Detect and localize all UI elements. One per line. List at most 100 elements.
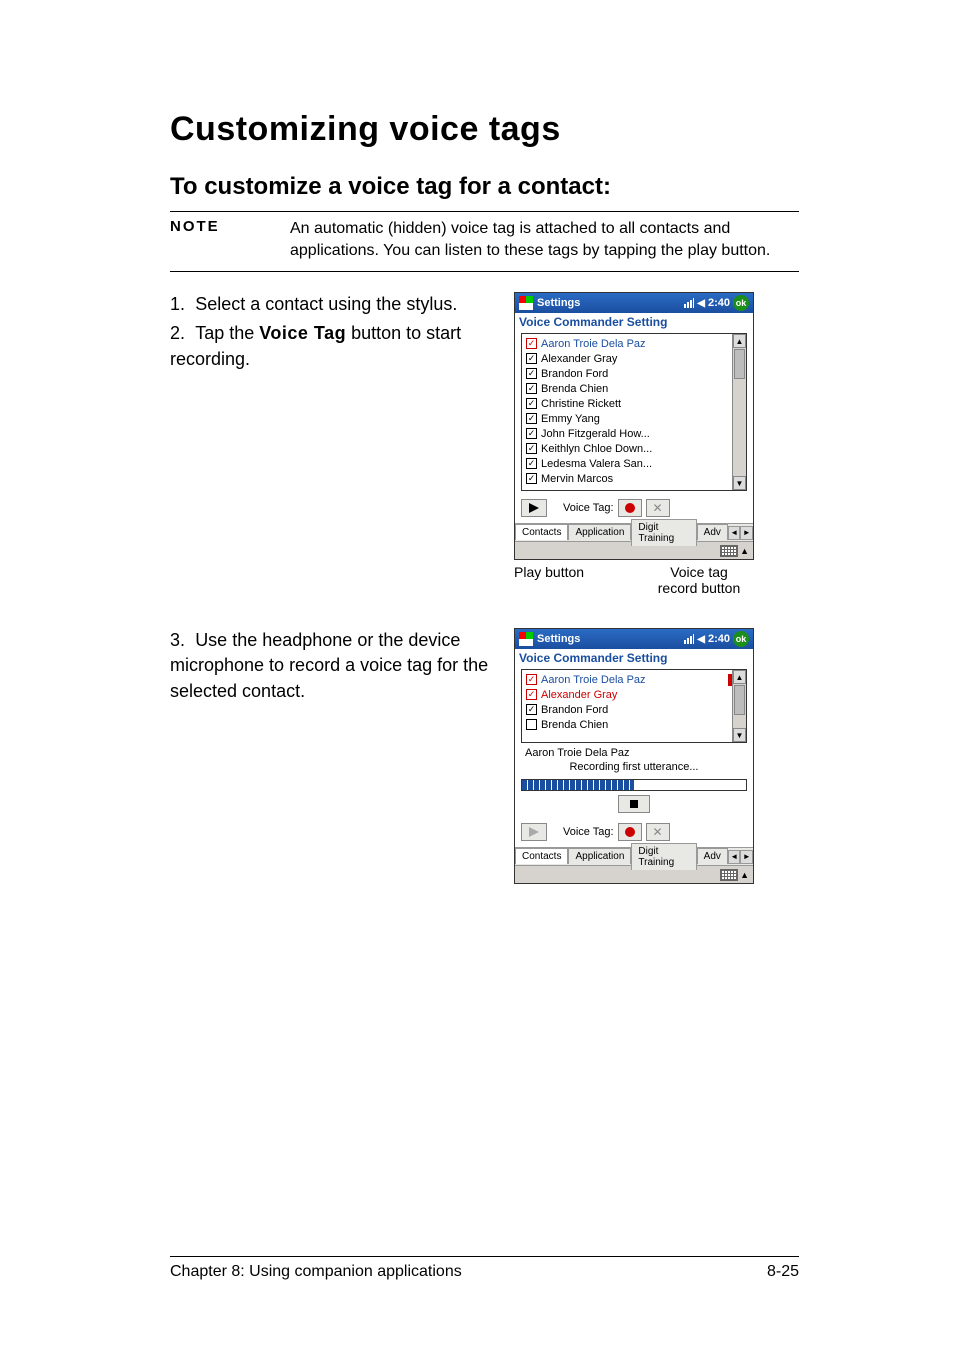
- step-1: 1.Select a contact using the stylus.: [170, 292, 490, 317]
- voice-tag-label: Voice Tag:: [563, 826, 614, 838]
- sip-up-icon[interactable]: ▲: [740, 870, 749, 880]
- checkbox-icon[interactable]: ✓: [526, 413, 537, 424]
- note-label: NOTE: [170, 218, 260, 261]
- clock-text: 2:40: [708, 633, 730, 645]
- list-item[interactable]: ✓Aaron Troie Dela Paz: [522, 336, 746, 351]
- checkbox-icon[interactable]: ✓: [526, 443, 537, 454]
- ppc-subtitle: Voice Commander Setting: [515, 313, 753, 333]
- record-button[interactable]: [618, 499, 642, 517]
- recording-panel: Aaron Troie Dela Paz Recording first utt…: [521, 747, 747, 813]
- scroll-thumb[interactable]: [734, 349, 745, 379]
- ok-button[interactable]: ok: [733, 295, 749, 311]
- ppc-title-text: Settings: [537, 297, 580, 309]
- step-2: 2.Tap the Voice Tag button to start reco…: [170, 321, 490, 371]
- windows-logo-icon: [519, 632, 533, 646]
- list-item[interactable]: ✓Brandon Ford: [522, 366, 746, 381]
- stop-button[interactable]: [618, 795, 650, 813]
- play-button[interactable]: [521, 499, 547, 517]
- note-block: NOTE An automatic (hidden) voice tag is …: [170, 211, 799, 272]
- caption-record: Voice tag record button: [644, 564, 754, 596]
- scrollbar[interactable]: ▲ ▼: [732, 334, 746, 490]
- contacts-listbox[interactable]: ✓Aaron Troie Dela Paz ✓Alexander Gray ✓B…: [521, 333, 747, 491]
- keyboard-icon[interactable]: [720, 545, 738, 557]
- ppc-window-1: Settings ◀ 2:40 ok Voice Commander Setti…: [514, 292, 754, 560]
- tab-scroll-right-icon[interactable]: ►: [740, 850, 753, 864]
- contacts-listbox[interactable]: ✓Aaron Troie Dela Paz ✓Alexander Gray ✓B…: [521, 669, 747, 743]
- list-item[interactable]: ✓Brenda Chien: [522, 381, 746, 396]
- tab-scroll-right-icon[interactable]: ►: [740, 526, 753, 540]
- checkbox-icon[interactable]: [526, 719, 537, 730]
- list-item[interactable]: ✓Mervin Marcos: [522, 471, 746, 486]
- list-item[interactable]: ✓Ledesma Valera San...: [522, 456, 746, 471]
- list-item[interactable]: ✓John Fitzgerald How...: [522, 426, 746, 441]
- record-button[interactable]: [618, 823, 642, 841]
- ppc-subtitle: Voice Commander Setting: [515, 649, 753, 669]
- list-item[interactable]: ✓Aaron Troie Dela Paz: [522, 672, 746, 687]
- keyboard-icon[interactable]: [720, 869, 738, 881]
- delete-button[interactable]: ✕: [646, 823, 670, 841]
- scroll-down-icon[interactable]: ▼: [733, 728, 746, 742]
- recording-status-text: Recording first utterance...: [521, 761, 747, 773]
- ok-button[interactable]: ok: [733, 631, 749, 647]
- caption-play: Play button: [514, 564, 584, 596]
- checkbox-icon[interactable]: ✓: [526, 428, 537, 439]
- scroll-up-icon[interactable]: ▲: [733, 670, 746, 684]
- checkbox-icon[interactable]: ✓: [526, 368, 537, 379]
- scroll-thumb[interactable]: [734, 685, 745, 715]
- tab-advanced[interactable]: Adv: [697, 848, 728, 864]
- delete-button[interactable]: ✕: [646, 499, 670, 517]
- step-3: 3.Use the headphone or the device microp…: [170, 628, 490, 704]
- ppc-titlebar: Settings ◀ 2:40 ok: [515, 629, 753, 649]
- section-heading: To customize a voice tag for a contact:: [170, 173, 799, 201]
- tab-bar: Contacts Application Digit Training Adv …: [515, 847, 753, 865]
- checkbox-icon[interactable]: ✓: [526, 689, 537, 700]
- footer-chapter: Chapter 8: Using companion applications: [170, 1263, 462, 1281]
- checkbox-icon[interactable]: ✓: [526, 398, 537, 409]
- checkbox-icon[interactable]: ✓: [526, 674, 537, 685]
- list-item[interactable]: ✓Brandon Ford: [522, 702, 746, 717]
- page-footer: Chapter 8: Using companion applications …: [170, 1256, 799, 1281]
- voice-tag-label: Voice Tag:: [563, 502, 614, 514]
- sip-up-icon[interactable]: ▲: [740, 546, 749, 556]
- tab-digit-training[interactable]: Digit Training: [631, 519, 696, 546]
- tab-bar: Contacts Application Digit Training Adv …: [515, 523, 753, 541]
- tab-scroll-left-icon[interactable]: ◄: [728, 850, 741, 864]
- footer-page-number: 8-25: [767, 1263, 799, 1281]
- checkbox-icon[interactable]: ✓: [526, 353, 537, 364]
- note-text: An automatic (hidden) voice tag is attac…: [290, 218, 799, 261]
- list-item[interactable]: ✓Christine Rickett: [522, 396, 746, 411]
- ppc-title-text: Settings: [537, 633, 580, 645]
- record-icon: [625, 503, 635, 513]
- speaker-icon: ◀: [697, 298, 705, 309]
- page-heading: Customizing voice tags: [170, 110, 799, 149]
- list-item[interactable]: ✓Alexander Gray: [522, 351, 746, 366]
- tab-scroll-left-icon[interactable]: ◄: [728, 526, 741, 540]
- checkbox-icon[interactable]: ✓: [526, 704, 537, 715]
- list-item[interactable]: Brenda Chien: [522, 717, 746, 732]
- scroll-up-icon[interactable]: ▲: [733, 334, 746, 348]
- tab-application[interactable]: Application: [568, 848, 631, 864]
- checkbox-icon[interactable]: ✓: [526, 383, 537, 394]
- ppc-titlebar: Settings ◀ 2:40 ok: [515, 293, 753, 313]
- tab-digit-training[interactable]: Digit Training: [631, 843, 696, 870]
- ppc-window-2: Settings ◀ 2:40 ok Voice Commander Setti…: [514, 628, 754, 884]
- tab-advanced[interactable]: Adv: [697, 524, 728, 540]
- list-item[interactable]: ✓Emmy Yang: [522, 411, 746, 426]
- list-item[interactable]: ✓Keithlyn Chloe Down...: [522, 441, 746, 456]
- signal-icon: [684, 634, 694, 644]
- checkbox-icon[interactable]: ✓: [526, 338, 537, 349]
- list-item[interactable]: ✓Alexander Gray: [522, 687, 746, 702]
- recording-progress: [521, 779, 747, 791]
- clock-text: 2:40: [708, 297, 730, 309]
- checkbox-icon[interactable]: ✓: [526, 458, 537, 469]
- tab-application[interactable]: Application: [568, 524, 631, 540]
- tab-contacts[interactable]: Contacts: [515, 848, 568, 864]
- play-button[interactable]: [521, 823, 547, 841]
- scrollbar[interactable]: ▲ ▼: [732, 670, 746, 742]
- checkbox-icon[interactable]: ✓: [526, 473, 537, 484]
- signal-icon: [684, 298, 694, 308]
- tab-contacts[interactable]: Contacts: [515, 524, 568, 540]
- record-icon: [625, 827, 635, 837]
- recording-contact-name: Aaron Troie Dela Paz: [525, 747, 747, 759]
- scroll-down-icon[interactable]: ▼: [733, 476, 746, 490]
